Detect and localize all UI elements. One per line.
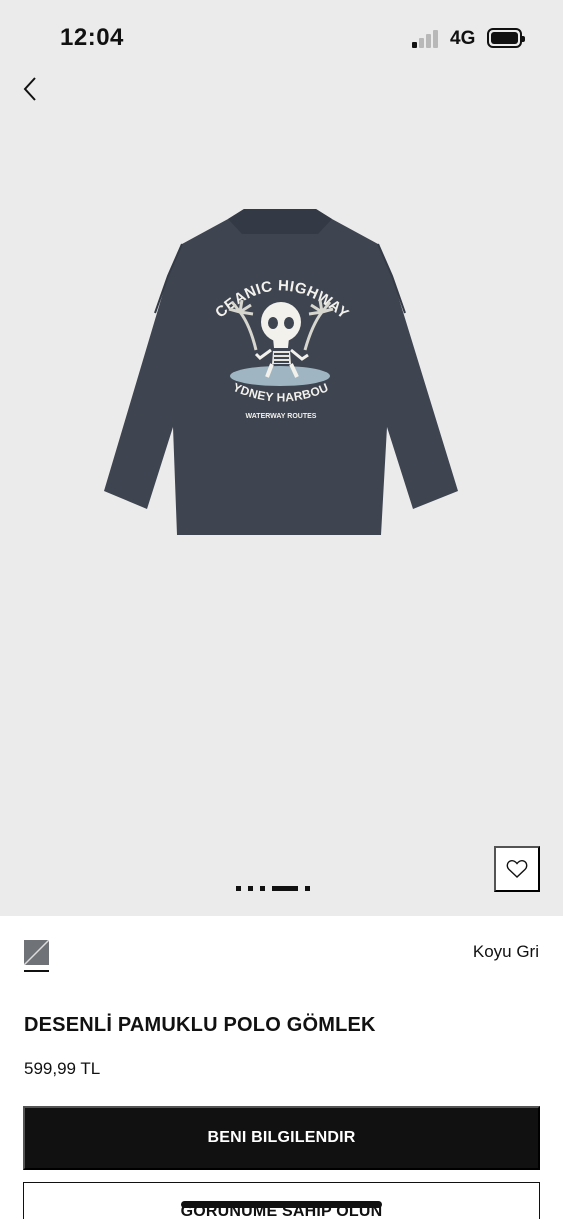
product-details: Koyu Gri DESENLİ PAMUKLU POLO GÖMLEK 599… [0, 916, 563, 1219]
color-swatch[interactable] [24, 940, 49, 965]
battery-icon [487, 28, 525, 48]
selected-swatch-indicator [24, 970, 49, 972]
status-time: 12:04 [60, 24, 124, 51]
pagination-dot[interactable] [260, 886, 265, 891]
chevron-left-icon [23, 77, 36, 101]
product-image[interactable]: OCEANIC HIGHWAYS SYDNEY HARBOUR WATERWAY… [0, 0, 563, 916]
pagination-dot[interactable] [272, 886, 298, 891]
network-type: 4G [450, 28, 476, 49]
pagination-dot[interactable] [248, 886, 253, 891]
product-price: 599,99 TL [24, 1059, 101, 1078]
heart-icon [506, 860, 528, 878]
back-button[interactable] [14, 72, 48, 106]
pagination-dot[interactable] [236, 886, 241, 891]
swatch-slash-icon [24, 940, 49, 965]
status-bar: 12:04 4G [0, 0, 563, 70]
notify-me-button[interactable]: BENI BILGILENDIR [23, 1106, 540, 1170]
battery-level [491, 32, 518, 44]
image-pagination [236, 886, 310, 891]
print-line-3: WATERWAY ROUTES [246, 413, 317, 420]
product-title: DESENLİ PAMUKLU POLO GÖMLEK [24, 1014, 376, 1036]
product-garment-image: OCEANIC HIGHWAYS SYDNEY HARBOUR WATERWAY… [100, 205, 458, 535]
signal-icon [412, 30, 440, 48]
pagination-dot[interactable] [305, 886, 310, 891]
color-name: Koyu Gri [472, 942, 539, 961]
favorite-button[interactable] [494, 846, 540, 892]
home-indicator [181, 1201, 382, 1208]
